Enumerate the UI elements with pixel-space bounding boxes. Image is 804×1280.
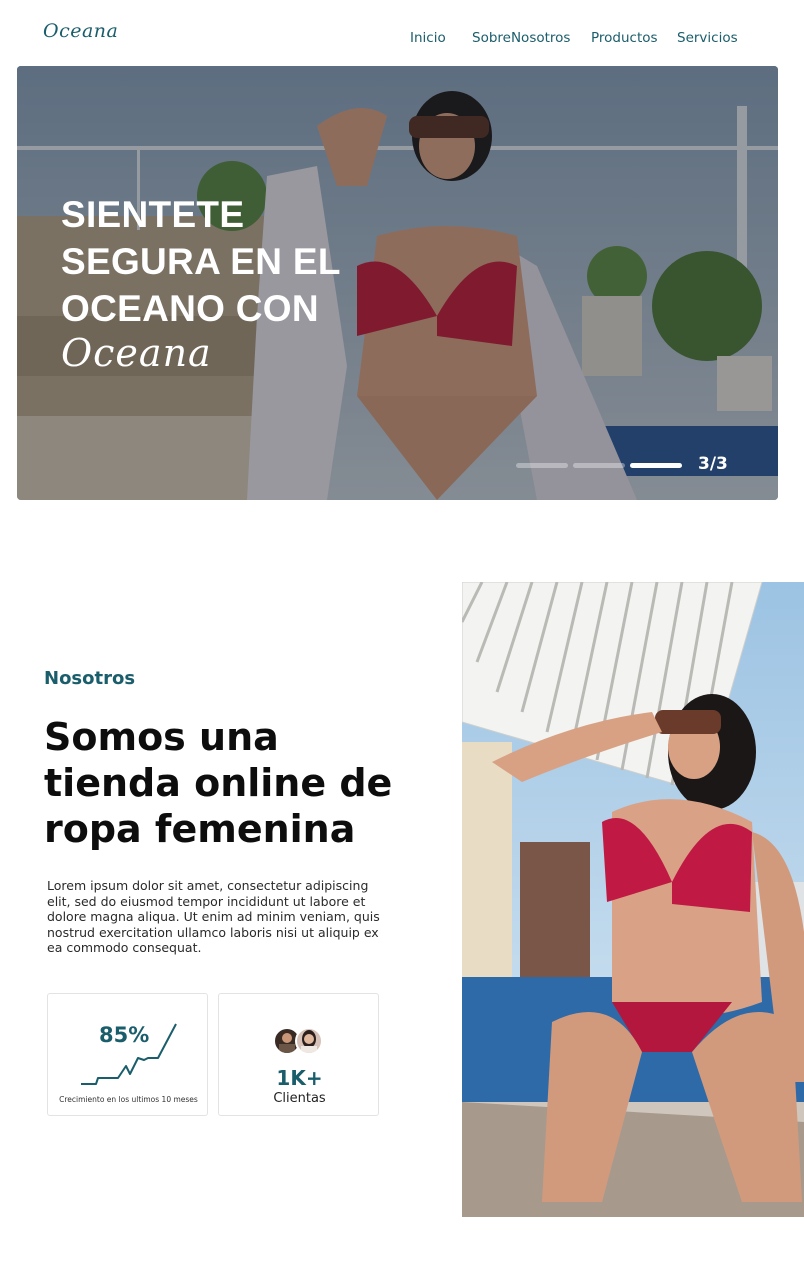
section-description: Lorem ipsum dolor sit amet, consectetur … (47, 878, 380, 955)
slide-indicator-2[interactable] (573, 463, 625, 468)
nav-link-inicio[interactable]: Inicio (410, 30, 446, 46)
about-photo (462, 582, 804, 1217)
growth-trend-icon (81, 1023, 177, 1085)
clients-stat-card: 1K+ Clientas (218, 993, 379, 1116)
hero-title-line: SIENTETE (61, 194, 245, 235)
hero-title-line: OCEANO CON (61, 288, 319, 329)
growth-stat-card: 85% Crecimiento en los ultimos 10 meses (47, 993, 208, 1116)
growth-caption: Crecimiento en los ultimos 10 meses (59, 1095, 198, 1104)
slider-indicators (516, 463, 686, 469)
hero-slider[interactable]: SIENTETE SEGURA EN EL OCEANO CON Oceana … (17, 66, 778, 500)
main-nav: Inicio SobreNosotros Productos Servicios (0, 30, 804, 48)
client-avatars (273, 1027, 329, 1057)
section-label: Nosotros (44, 668, 136, 689)
hero-brand-script: Oceana (61, 331, 212, 375)
clients-label: Clientas (273, 1091, 326, 1106)
section-title: Somos una tienda online de ropa femenina (44, 715, 393, 851)
slide-counter: 3/3 (698, 454, 728, 474)
slide-indicator-1[interactable] (516, 463, 568, 468)
site-header: Oceana Inicio SobreNosotros Productos Se… (0, 0, 804, 64)
nav-link-productos[interactable]: Productos (591, 30, 658, 46)
nav-link-sobre-nosotros[interactable]: SobreNosotros (472, 30, 570, 46)
hero-title: SIENTETE SEGURA EN EL OCEANO CON (61, 191, 391, 332)
hero-title-line: SEGURA EN EL (61, 241, 341, 282)
clients-count: 1K+ (276, 1066, 323, 1090)
slide-indicator-3[interactable] (630, 463, 682, 468)
nav-link-servicios[interactable]: Servicios (677, 30, 738, 46)
avatar (295, 1027, 323, 1055)
